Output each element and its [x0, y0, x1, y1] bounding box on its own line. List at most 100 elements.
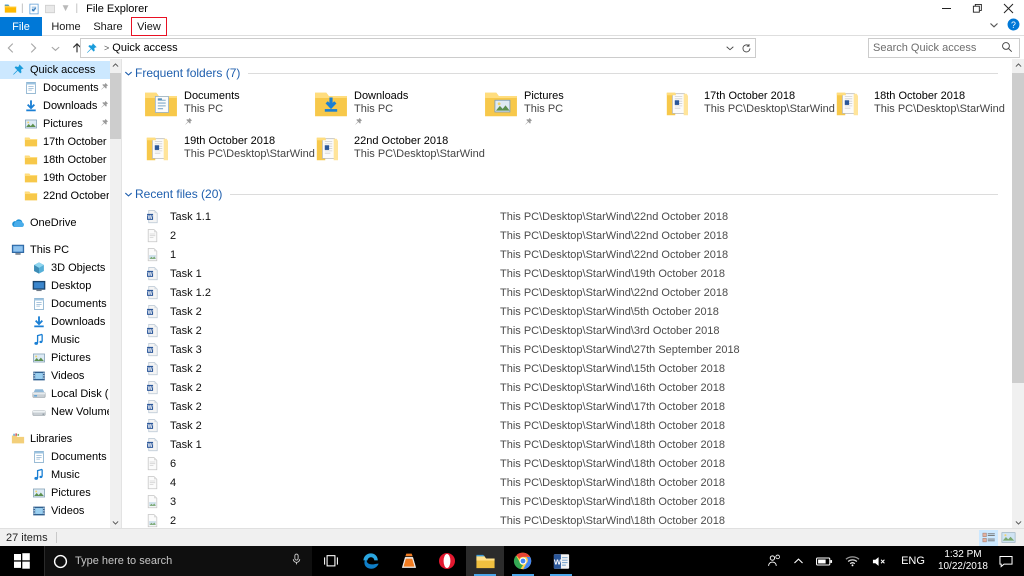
- sidebar-scroll-down-button[interactable]: [110, 516, 121, 528]
- sidebar-item-downloads[interactable]: Downloads: [0, 313, 121, 331]
- sidebar-item-documents[interactable]: Documents: [0, 448, 121, 466]
- content-scroll-thumb[interactable]: [1012, 73, 1024, 383]
- clock[interactable]: 1:32 PM 10/22/2018: [932, 549, 994, 573]
- refresh-icon[interactable]: [738, 39, 755, 57]
- taskbar-app-explorer[interactable]: [466, 546, 504, 576]
- task-view-button[interactable]: [312, 546, 350, 576]
- battery-icon[interactable]: [810, 556, 839, 567]
- sidebar-item-19th-october-2018[interactable]: 19th October 2018: [0, 169, 121, 187]
- sidebar-item-pictures[interactable]: Pictures: [0, 349, 121, 367]
- cortana-circle-icon[interactable]: [45, 554, 75, 569]
- people-icon[interactable]: [761, 554, 787, 568]
- sidebar-item-music[interactable]: Music: [0, 331, 121, 349]
- sidebar-item-this-pc[interactable]: This PC: [0, 241, 121, 259]
- sidebar-item-onedrive[interactable]: OneDrive: [0, 214, 121, 232]
- microphone-icon[interactable]: [290, 553, 312, 569]
- recent-file-row[interactable]: 2 This PC\Desktop\StarWind\18th October 2…: [122, 511, 1012, 528]
- pin-icon[interactable]: [100, 82, 109, 94]
- content-scrollbar[interactable]: [1012, 59, 1024, 528]
- sidebar-item-desktop[interactable]: Desktop: [0, 277, 121, 295]
- sidebar-item-18th-october-2018[interactable]: 18th October 2018: [0, 151, 121, 169]
- taskbar-app-word[interactable]: W: [542, 546, 580, 576]
- frequent-folder-item[interactable]: Pictures This PC: [484, 87, 664, 132]
- recent-file-row[interactable]: 4 This PC\Desktop\StarWind\18th October 2…: [122, 473, 1012, 492]
- tab-share[interactable]: Share: [88, 17, 128, 36]
- content-scroll-up-button[interactable]: [1012, 59, 1024, 71]
- recent-file-row[interactable]: 1 This PC\Desktop\StarWind\22nd October 2…: [122, 245, 1012, 264]
- sidebar-item-local-disk-c[interactable]: Local Disk (C:): [0, 385, 121, 403]
- search-icon[interactable]: [1001, 41, 1013, 56]
- recent-file-row[interactable]: W Task 2 This PC\Desktop\StarWind\17th Oct…: [122, 397, 1012, 416]
- close-button[interactable]: [993, 0, 1024, 17]
- show-hidden-icons-icon[interactable]: [787, 556, 810, 567]
- language-indicator[interactable]: ENG: [894, 555, 932, 567]
- chevron-down-icon[interactable]: [721, 39, 738, 57]
- sidebar-item-libraries[interactable]: Libraries: [0, 430, 121, 448]
- frequent-folder-item[interactable]: 22nd October 2018 This PC\Desktop\StarWin…: [314, 132, 485, 177]
- explorer-icon[interactable]: [4, 2, 17, 15]
- sidebar-item-music[interactable]: Music: [0, 466, 121, 484]
- back-button[interactable]: [0, 38, 22, 58]
- breadcrumb-current[interactable]: Quick access: [112, 42, 177, 54]
- large-icons-view-icon[interactable]: [999, 530, 1018, 546]
- help-icon[interactable]: ?: [1007, 18, 1020, 34]
- taskbar-search-box[interactable]: Type here to search: [44, 546, 312, 576]
- details-view-icon[interactable]: [979, 529, 998, 546]
- start-button[interactable]: [0, 546, 44, 576]
- content-scroll-down-button[interactable]: [1012, 516, 1024, 528]
- taskbar-app-opera[interactable]: [428, 546, 466, 576]
- pin-icon[interactable]: [100, 100, 109, 112]
- recent-file-row[interactable]: W Task 3 This PC\Desktop\StarWind\27th Sep…: [122, 340, 1012, 359]
- recent-files-header[interactable]: Recent files (20): [122, 185, 1012, 203]
- recent-file-row[interactable]: W Task 2 This PC\Desktop\StarWind\3rd Octo…: [122, 321, 1012, 340]
- recent-file-row[interactable]: W Task 2 This PC\Desktop\StarWind\5th Octo…: [122, 302, 1012, 321]
- new-folder-icon[interactable]: [44, 2, 57, 15]
- recent-file-row[interactable]: W Task 1 This PC\Desktop\StarWind\19th Oct…: [122, 264, 1012, 283]
- pin-icon[interactable]: [100, 118, 109, 130]
- sidebar-scroll-up-button[interactable]: [110, 59, 121, 71]
- pin-icon[interactable]: [524, 117, 564, 129]
- frequent-folder-item[interactable]: 19th October 2018 This PC\Desktop\StarWin…: [144, 132, 315, 177]
- recent-file-row[interactable]: W Task 2 This PC\Desktop\StarWind\15th Oct…: [122, 359, 1012, 378]
- recent-file-row[interactable]: 2 This PC\Desktop\StarWind\22nd October 2…: [122, 226, 1012, 245]
- frequent-folder-item[interactable]: Downloads This PC: [314, 87, 484, 132]
- sidebar-item-3d-objects[interactable]: 3D Objects: [0, 259, 121, 277]
- sidebar-item-quick-access[interactable]: Quick access: [0, 61, 121, 79]
- sidebar-item-documents[interactable]: Documents: [0, 295, 121, 313]
- recent-file-row[interactable]: W Task 2 This PC\Desktop\StarWind\16th Oct…: [122, 378, 1012, 397]
- properties-icon[interactable]: [28, 2, 41, 15]
- frequent-folder-item[interactable]: Documents This PC: [144, 87, 314, 132]
- sidebar-item-pictures[interactable]: Pictures: [0, 484, 121, 502]
- recent-locations-button[interactable]: [44, 38, 66, 58]
- pin-icon[interactable]: [354, 117, 408, 129]
- taskbar-app-vlc[interactable]: [390, 546, 428, 576]
- taskbar-app-edge[interactable]: [352, 546, 390, 576]
- volume-muted-icon[interactable]: [866, 555, 894, 568]
- recent-file-row[interactable]: 3 This PC\Desktop\StarWind\18th October 2…: [122, 492, 1012, 511]
- frequent-folders-header[interactable]: Frequent folders (7): [122, 64, 1012, 82]
- breadcrumb-bar[interactable]: > Quick access: [80, 38, 756, 58]
- recent-file-row[interactable]: W Task 1.1 This PC\Desktop\StarWind\22nd O…: [122, 207, 1012, 226]
- sidebar-item-documents[interactable]: Documents: [0, 79, 121, 97]
- sidebar-item-videos[interactable]: Videos: [0, 367, 121, 385]
- sidebar-item-22nd-october-2018[interactable]: 22nd October 2018: [0, 187, 121, 205]
- frequent-folder-item[interactable]: 17th October 2018 This PC\Desktop\StarWin…: [664, 87, 835, 132]
- minimize-button[interactable]: [931, 0, 962, 17]
- sidebar-item-videos[interactable]: Videos: [0, 502, 121, 520]
- frequent-folder-item[interactable]: 18th October 2018 This PC\Desktop\StarWin…: [834, 87, 1005, 132]
- search-box[interactable]: [868, 38, 1020, 58]
- pin-icon[interactable]: [184, 117, 240, 129]
- tab-file[interactable]: File: [0, 17, 42, 36]
- forward-button[interactable]: [22, 38, 44, 58]
- sidebar-item-17th-october-2018[interactable]: 17th October 2018: [0, 133, 121, 151]
- recent-file-row[interactable]: W Task 1 This PC\Desktop\StarWind\18th Oct…: [122, 435, 1012, 454]
- sidebar-scroll-thumb[interactable]: [110, 73, 121, 139]
- recent-file-row[interactable]: 6 This PC\Desktop\StarWind\18th October 2…: [122, 454, 1012, 473]
- recent-file-row[interactable]: W Task 1.2 This PC\Desktop\StarWind\22nd O…: [122, 283, 1012, 302]
- tab-home[interactable]: Home: [46, 17, 86, 36]
- wifi-icon[interactable]: [839, 555, 866, 567]
- tab-view[interactable]: View: [131, 17, 167, 36]
- sidebar-item-new-volume-d[interactable]: New Volume (D:): [0, 403, 121, 421]
- recent-file-row[interactable]: W Task 2 This PC\Desktop\StarWind\18th Oct…: [122, 416, 1012, 435]
- expand-ribbon-icon[interactable]: [989, 20, 999, 33]
